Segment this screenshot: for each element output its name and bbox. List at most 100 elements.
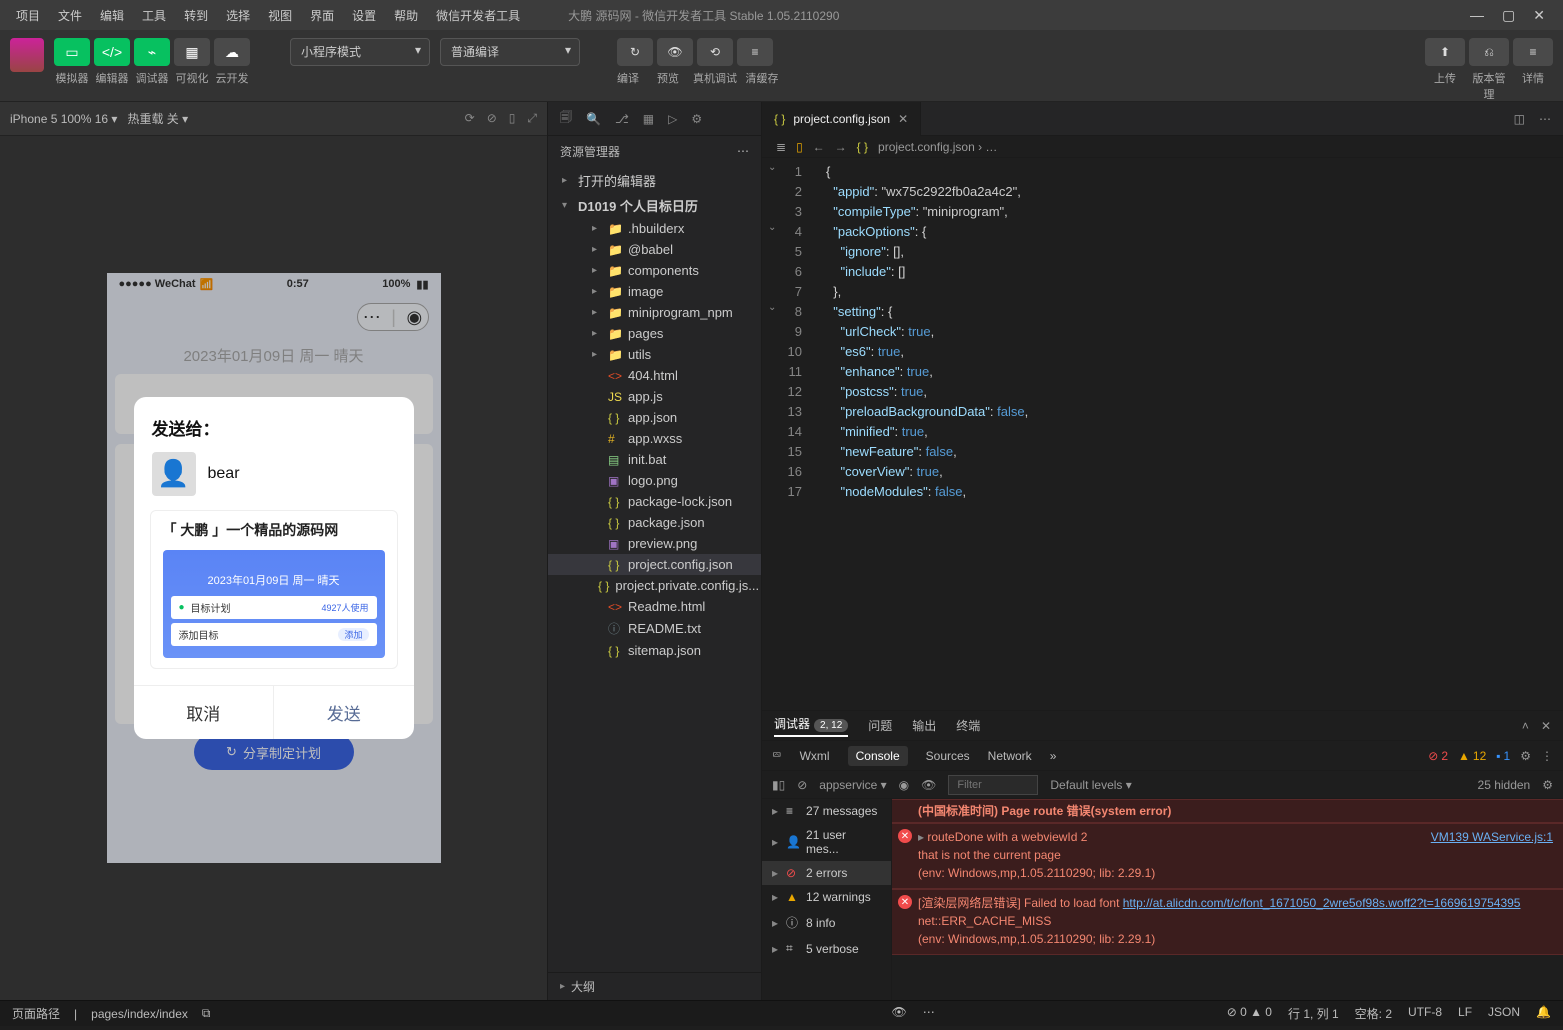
explorer-tab-icon[interactable]: 🗐 [560,108,572,129]
menu-帮助[interactable]: 帮助 [386,3,426,28]
open-editors-section[interactable]: ▸打开的编辑器 [548,168,761,193]
file-sitemap.json[interactable]: { }sitemap.json [548,640,761,661]
simulator-toggle-button[interactable]: ▭ [54,38,90,66]
visualize-toggle-button[interactable]: ▦ [174,38,210,66]
nav-fwd-icon[interactable]: → [835,140,847,154]
menu-设置[interactable]: 设置 [344,3,384,28]
eye-status-icon[interactable]: 👁 [891,1005,906,1022]
msg-filter-8 info[interactable]: ▸ⓘ8 info [762,909,891,936]
file-package.json[interactable]: { }package.json [548,512,761,533]
file-components[interactable]: ▸📁components [548,260,761,281]
preview-button[interactable]: 👁 [657,38,693,66]
panel-up-icon[interactable]: ˄ [1522,719,1529,733]
file-pages[interactable]: ▸📁pages [548,323,761,344]
file-init.bat[interactable]: ▤init.bat [548,449,761,470]
live-icon[interactable]: 👁 [921,778,936,792]
levels-select[interactable]: Default levels ▾ [1050,778,1131,792]
eol[interactable]: LF [1458,1005,1472,1022]
stop-icon[interactable]: ⊘ [487,111,497,126]
project-avatar[interactable] [10,38,44,72]
gear-icon[interactable]: ⚙ [1520,749,1531,763]
sidebar-toggle-icon[interactable]: ▮▯ [772,778,785,792]
console-tab[interactable]: Console [848,746,908,766]
close-icon[interactable]: ✕ [1533,7,1545,24]
mode-select[interactable]: 小程序模式 [290,38,430,66]
file-app.json[interactable]: { }app.json [548,407,761,428]
debugger-tab[interactable]: 调试器2, 12 [774,715,848,737]
gutter-toggle-icon[interactable]: ≣ [776,140,786,154]
expand-icon[interactable]: ⤢ [527,111,537,126]
modal-send-button[interactable]: 发送 [274,686,414,739]
device-select[interactable]: iPhone 5 100% 16 ▾ [10,112,117,126]
minimize-icon[interactable]: — [1470,7,1484,24]
terminal-tab[interactable]: 终端 [956,717,980,734]
sources-tab[interactable]: Sources [926,749,970,763]
file-app.js[interactable]: JSapp.js [548,386,761,407]
file-.hbuilderx[interactable]: ▸📁.hbuilderx [548,218,761,239]
file-404.html[interactable]: <>404.html [548,365,761,386]
more-icon[interactable]: ⚙ [691,112,702,126]
warn-count[interactable]: ▲ 12 [1458,749,1486,763]
nav-back-icon[interactable]: ← [813,140,825,154]
split-editor-icon[interactable]: ◫ [1514,112,1525,126]
msg-filter-5 verbose[interactable]: ▸⌗5 verbose [762,936,891,961]
encoding[interactable]: UTF-8 [1408,1005,1442,1022]
file-package-lock.json[interactable]: { }package-lock.json [548,491,761,512]
bell-icon[interactable]: 🔔 [1536,1005,1551,1022]
msg-filter-2 errors[interactable]: ▸⊘2 errors [762,861,891,885]
search-icon[interactable]: 🔍 [586,112,601,126]
menu-项目[interactable]: 项目 [8,3,48,28]
settings-gear-icon[interactable]: ⚙ [1542,778,1553,792]
editor-toggle-button[interactable]: </> [94,38,130,66]
info-count[interactable]: ▪ 1 [1496,749,1510,763]
hot-reload-toggle[interactable]: 热重载 关 ▾ [127,110,188,127]
compile-button[interactable]: ↻ [617,38,653,66]
explorer-more-icon[interactable]: ⋯ [737,144,749,158]
menu-工具[interactable]: 工具 [134,3,174,28]
eye-icon[interactable]: ◉ [899,778,909,792]
branch-icon[interactable]: ⎇ [615,112,629,126]
file-@babel[interactable]: ▸📁@babel [548,239,761,260]
panel-close-icon[interactable]: ✕ [1541,719,1551,733]
file-Readme.html[interactable]: <>Readme.html [548,596,761,617]
modal-cancel-button[interactable]: 取消 [134,686,275,739]
version-mgmt-button[interactable]: ⎌ [1469,38,1509,66]
dt-more-icon[interactable]: ⋮ [1541,749,1553,763]
file-utils[interactable]: ▸📁utils [548,344,761,365]
file-preview.png[interactable]: ▣preview.png [548,533,761,554]
file-project.config.json[interactable]: { }project.config.json [548,554,761,575]
font-url-link[interactable]: http://at.alicdn.com/t/c/font_1671050_2w… [1123,896,1521,910]
debugger-toggle-button[interactable]: ⌁ [134,38,170,66]
network-tab[interactable]: Network [988,749,1032,763]
more-tabs-icon[interactable]: » [1050,749,1057,763]
file-app.wxss[interactable]: #app.wxss [548,428,761,449]
file-logo.png[interactable]: ▣logo.png [548,470,761,491]
ext-icon[interactable]: ▦ [643,112,654,126]
inspect-icon[interactable]: ⮹ [772,748,782,763]
menu-转到[interactable]: 转到 [176,3,216,28]
pagepath[interactable]: pages/index/index [91,1007,188,1021]
compile-select[interactable]: 普通编译 [440,38,580,66]
project-root[interactable]: ▾D1019 个人目标日历 [548,193,761,218]
menu-界面[interactable]: 界面 [302,3,342,28]
console-error-2[interactable]: ✕ [渲染层网络层错误] Failed to load font http://… [892,889,1563,955]
device-icon[interactable]: ▯ [509,111,516,126]
menu-视图[interactable]: 视图 [260,3,300,28]
menu-微信开发者工具[interactable]: 微信开发者工具 [428,3,528,28]
hidden-count[interactable]: 25 hidden [1478,778,1531,792]
outline-title[interactable]: 大纲 [571,978,595,995]
msg-filter-27 messages[interactable]: ▸≡27 messages [762,799,891,823]
menu-选择[interactable]: 选择 [218,3,258,28]
clear-cache-button[interactable]: ≡ [737,38,773,66]
upload-button[interactable]: ⬆ [1425,38,1465,66]
msg-filter-21 user mes...[interactable]: ▸👤21 user mes... [762,823,891,861]
details-button[interactable]: ≡ [1513,38,1553,66]
tab-more-icon[interactable]: ⋯ [1539,112,1551,126]
problems-tab[interactable]: 问题 [868,717,892,734]
menu-编辑[interactable]: 编辑 [92,3,132,28]
output-tab[interactable]: 输出 [912,717,936,734]
remote-debug-button[interactable]: ⟲ [697,38,733,66]
file-miniprogram_npm[interactable]: ▸📁miniprogram_npm [548,302,761,323]
cloud-dev-button[interactable]: ☁ [214,38,250,66]
editor-tab[interactable]: { } project.config.json ✕ [762,102,921,136]
